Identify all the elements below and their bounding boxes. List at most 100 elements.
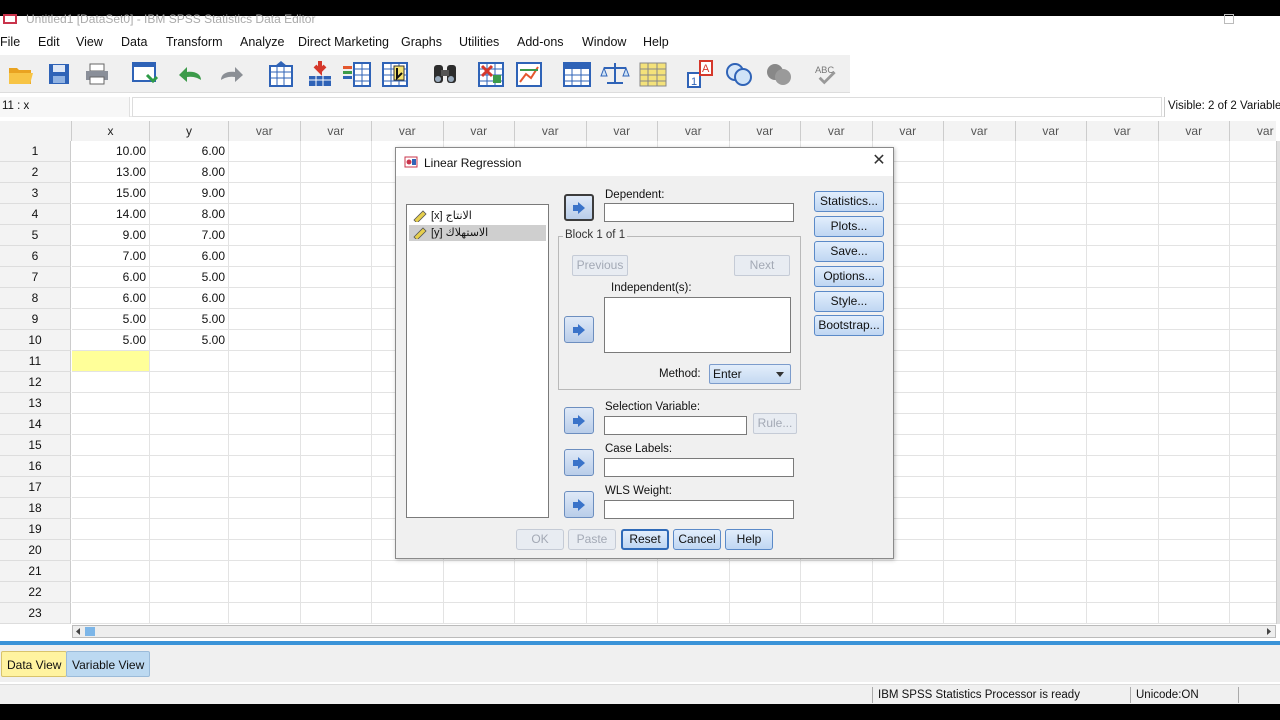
table-cell[interactable] [1158, 603, 1230, 624]
table-cell[interactable] [300, 582, 372, 603]
redo-icon[interactable] [216, 59, 246, 89]
table-cell[interactable] [872, 603, 944, 624]
table-cell[interactable] [72, 519, 150, 540]
table-cell[interactable]: 9.00 [150, 183, 229, 204]
table-cell[interactable] [300, 204, 372, 225]
table-cell[interactable] [229, 561, 301, 582]
column-header[interactable]: var [944, 121, 1016, 141]
table-cell[interactable] [1087, 456, 1159, 477]
table-cell[interactable] [586, 582, 658, 603]
table-cell[interactable]: 6.00 [72, 267, 150, 288]
table-cell[interactable] [72, 582, 150, 603]
table-cell[interactable] [150, 393, 229, 414]
tab-data-view[interactable]: Data View [1, 651, 68, 677]
table-cell[interactable] [150, 519, 229, 540]
table-cell[interactable] [300, 309, 372, 330]
table-cell[interactable] [1015, 561, 1087, 582]
row-header[interactable]: 18 [0, 498, 71, 519]
table-cell[interactable] [1087, 183, 1159, 204]
table-cell[interactable] [1158, 288, 1230, 309]
table-cell[interactable] [300, 162, 372, 183]
table-cell[interactable] [1087, 477, 1159, 498]
table-cell[interactable] [1015, 309, 1087, 330]
table-cell[interactable] [1158, 393, 1230, 414]
table-cell[interactable] [1015, 603, 1087, 624]
table-cell[interactable] [872, 561, 944, 582]
table-cell[interactable] [1087, 393, 1159, 414]
table-cell[interactable] [944, 162, 1016, 183]
table-cell[interactable] [1230, 288, 1276, 309]
table-cell[interactable] [300, 414, 372, 435]
table-cell[interactable] [443, 561, 515, 582]
table-cell[interactable] [944, 330, 1016, 351]
table-cell[interactable] [1230, 414, 1276, 435]
table-cell[interactable] [944, 456, 1016, 477]
row-header[interactable]: 21 [0, 561, 71, 582]
insert-cases-icon[interactable] [476, 59, 506, 89]
table-cell[interactable] [300, 456, 372, 477]
row-header[interactable]: 12 [0, 372, 71, 393]
table-cell[interactable] [229, 288, 301, 309]
table-cell[interactable] [300, 183, 372, 204]
table-cell[interactable] [1158, 414, 1230, 435]
table-cell[interactable] [300, 246, 372, 267]
table-cell[interactable] [72, 414, 150, 435]
table-cell[interactable] [1230, 183, 1276, 204]
table-cell[interactable] [1158, 204, 1230, 225]
value-labels-icon[interactable]: 1A [686, 59, 716, 89]
table-cell[interactable] [1230, 162, 1276, 183]
table-cell[interactable] [1015, 225, 1087, 246]
table-cell[interactable] [586, 603, 658, 624]
table-cell[interactable] [1158, 141, 1230, 162]
grid-corner[interactable] [0, 121, 72, 141]
table-cell[interactable] [1158, 561, 1230, 582]
table-cell[interactable] [443, 582, 515, 603]
table-cell[interactable] [300, 393, 372, 414]
table-cell[interactable] [515, 603, 587, 624]
table-cell[interactable] [658, 582, 730, 603]
menu-direct-marketing[interactable]: Direct Marketing [298, 35, 389, 49]
variables-icon[interactable] [342, 59, 372, 89]
save-button[interactable]: Save... [814, 241, 884, 262]
ok-button[interactable]: OK [516, 529, 564, 550]
table-cell[interactable] [1015, 141, 1087, 162]
table-cell[interactable] [1230, 561, 1276, 582]
table-cell[interactable] [944, 435, 1016, 456]
table-cell[interactable] [658, 561, 730, 582]
menu-data[interactable]: Data [121, 35, 147, 49]
table-cell[interactable] [1230, 519, 1276, 540]
table-cell[interactable] [944, 540, 1016, 561]
menu-file[interactable]: File [0, 35, 20, 49]
table-cell[interactable] [1230, 330, 1276, 351]
table-cell[interactable] [1230, 267, 1276, 288]
table-cell[interactable] [944, 372, 1016, 393]
table-cell[interactable] [300, 372, 372, 393]
table-cell[interactable] [229, 351, 301, 372]
table-cell[interactable]: 5.00 [150, 267, 229, 288]
next-button[interactable]: Next [734, 255, 790, 276]
table-cell[interactable] [1015, 204, 1087, 225]
table-cell[interactable] [229, 393, 301, 414]
split-file-icon[interactable] [562, 59, 592, 89]
reset-button[interactable]: Reset [621, 529, 669, 550]
table-cell[interactable] [300, 288, 372, 309]
table-cell[interactable] [1230, 204, 1276, 225]
table-cell[interactable] [1158, 225, 1230, 246]
table-cell[interactable] [1230, 477, 1276, 498]
vertical-scrollbar[interactable] [1276, 141, 1280, 624]
column-header[interactable]: var [372, 121, 444, 141]
table-cell[interactable] [229, 162, 301, 183]
table-cell[interactable] [229, 603, 301, 624]
table-cell[interactable] [944, 603, 1016, 624]
table-cell[interactable]: 7.00 [72, 246, 150, 267]
table-cell[interactable] [1230, 246, 1276, 267]
run-descriptives-icon[interactable] [380, 59, 410, 89]
table-cell[interactable]: 7.00 [150, 225, 229, 246]
weight-cases-icon[interactable] [600, 59, 630, 89]
column-header[interactable]: var [586, 121, 658, 141]
table-cell[interactable] [150, 435, 229, 456]
table-cell[interactable] [229, 141, 301, 162]
table-cell[interactable] [1158, 267, 1230, 288]
table-cell[interactable] [443, 603, 515, 624]
table-cell[interactable] [1158, 540, 1230, 561]
